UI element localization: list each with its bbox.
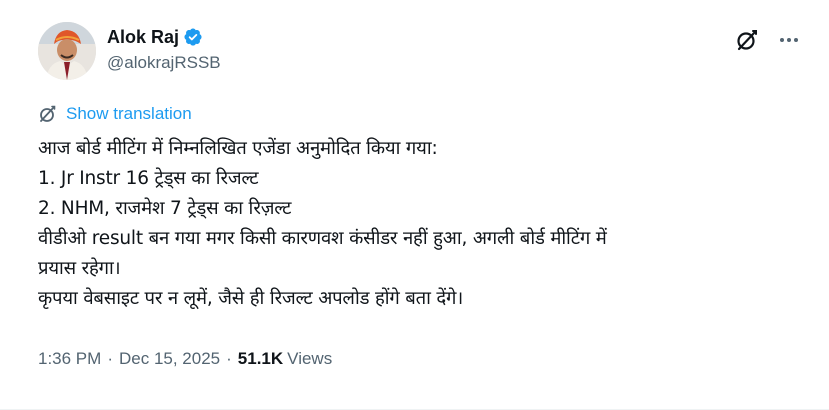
meta-separator: · xyxy=(107,349,113,368)
tweet-time-link[interactable]: 1:36 PM xyxy=(38,349,101,369)
tweet-date-link[interactable]: Dec 15, 2025 xyxy=(119,349,220,369)
tweet-text: आज बोर्ड मीटिंग में निम्नलिखित एजेंडा अन… xyxy=(38,134,808,314)
avatar-image xyxy=(38,22,96,80)
show-translation-link[interactable]: Show translation xyxy=(38,104,192,124)
tweet-card: Alok Raj @alokrajRSSB Show translation आ… xyxy=(0,0,829,410)
avatar[interactable] xyxy=(38,22,96,80)
grok-icon[interactable] xyxy=(734,27,760,53)
tweet-header: Alok Raj @alokrajRSSB xyxy=(38,20,808,84)
show-translation-label: Show translation xyxy=(66,104,192,123)
verified-badge-icon xyxy=(183,27,203,47)
tweet-line: 1. Jr Instr 16 ट्रेड्स का रिजल्ट xyxy=(38,168,259,189)
meta-separator: · xyxy=(226,349,232,368)
author-display-name[interactable]: Alok Raj xyxy=(107,27,179,48)
tweet-line: 2. NHM, राजमेश 7 ट्रेड्स का रिज़ल्ट xyxy=(38,198,292,219)
views-count[interactable]: 51.1K xyxy=(238,349,283,369)
name-row: Alok Raj xyxy=(107,26,221,48)
author-handle[interactable]: @alokrajRSSB xyxy=(107,53,221,73)
views-label: Views xyxy=(287,349,333,368)
tweet-line: कृपया वेबसाइट पर न लूमें, जैसे ही रिजल्ट… xyxy=(38,288,464,309)
tweet-line: वीडीओ result बन गया मगर किसी कारणवश कंसी… xyxy=(38,228,607,249)
tweet-meta: 1:36 PM · Dec 15, 2025 · 51.1K Views xyxy=(38,349,332,369)
more-horizontal-icon[interactable] xyxy=(776,27,802,53)
tweet-line: प्रयास रहेगा। xyxy=(38,258,121,279)
globe-icon xyxy=(38,104,58,124)
author-names: Alok Raj @alokrajRSSB xyxy=(107,26,221,73)
tweet-line: आज बोर्ड मीटिंग में निम्नलिखित एजेंडा अन… xyxy=(38,138,438,159)
